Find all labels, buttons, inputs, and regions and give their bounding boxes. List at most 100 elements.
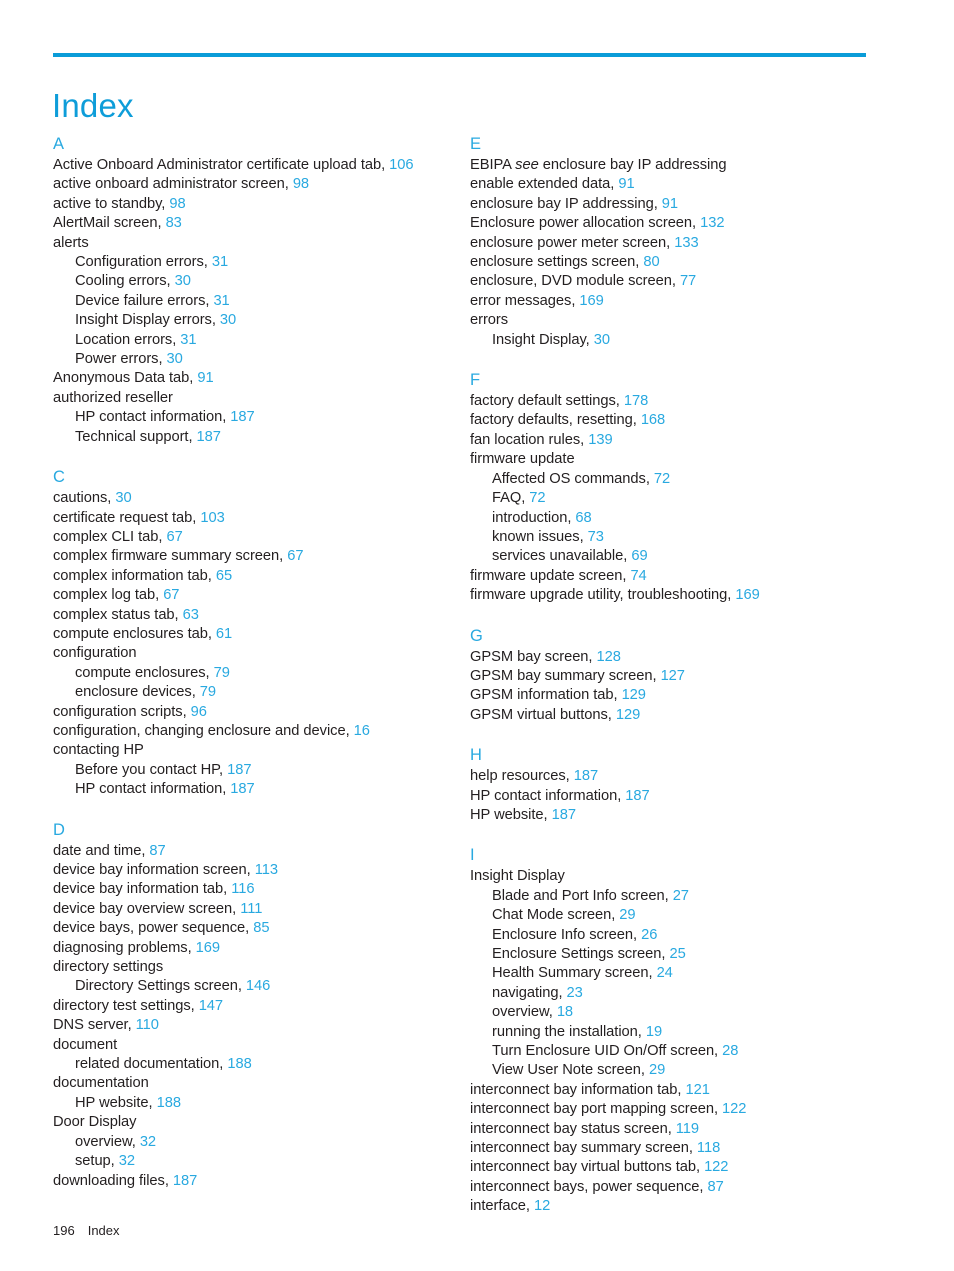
index-page-reference[interactable]: 31: [212, 254, 228, 270]
index-entry: enclosure settings screen, 80: [470, 253, 885, 272]
index-page-reference[interactable]: 113: [255, 862, 278, 878]
index-page-reference[interactable]: 79: [200, 684, 216, 700]
index-page-reference[interactable]: 122: [704, 1159, 728, 1175]
index-page-reference[interactable]: 91: [197, 370, 213, 386]
index-page-reference[interactable]: 119: [676, 1121, 699, 1137]
index-page-reference[interactable]: 32: [140, 1134, 156, 1150]
index-page-reference[interactable]: 77: [680, 273, 696, 289]
index-page-reference[interactable]: 147: [199, 998, 223, 1014]
index-page-reference[interactable]: 103: [200, 510, 224, 526]
index-page-reference[interactable]: 168: [641, 412, 665, 428]
index-page-reference[interactable]: 30: [220, 312, 236, 328]
index-entry-label: known issues,: [492, 528, 584, 545]
index-page-reference[interactable]: 67: [166, 529, 182, 545]
index-page-reference[interactable]: 72: [654, 471, 670, 487]
index-page-reference[interactable]: 98: [169, 196, 185, 212]
index-page-reference[interactable]: 96: [191, 704, 207, 720]
index-page-reference[interactable]: 169: [735, 587, 759, 603]
index-entry-label: Door Display: [53, 1114, 137, 1131]
index-page-reference[interactable]: 23: [567, 985, 583, 1001]
index-page-reference[interactable]: 16: [354, 723, 370, 739]
index-page-reference[interactable]: 169: [579, 293, 603, 309]
index-entry: DNS server, 110: [53, 1016, 468, 1035]
index-subentry: Chat Mode screen, 29: [470, 906, 885, 925]
index-page-reference[interactable]: 98: [293, 176, 309, 192]
index-page-reference[interactable]: 12: [534, 1198, 550, 1214]
index-entry: EBIPA see enclosure bay IP addressing: [470, 156, 885, 175]
index-page-reference[interactable]: 91: [618, 176, 634, 192]
index-page-reference[interactable]: 69: [631, 548, 647, 564]
index-subentry: HP contact information, 187: [53, 780, 468, 799]
index-entry-label: Affected OS commands,: [492, 470, 650, 487]
index-page-reference[interactable]: 87: [707, 1179, 723, 1195]
index-entry: GPSM information tab, 129: [470, 686, 885, 705]
index-entry-label: configuration, changing enclosure and de…: [53, 722, 350, 739]
index-page-reference[interactable]: 128: [597, 649, 621, 665]
index-page-reference[interactable]: 30: [594, 332, 610, 348]
index-page-reference[interactable]: 188: [227, 1056, 251, 1072]
index-page-reference[interactable]: 187: [625, 788, 649, 804]
index-page-reference[interactable]: 139: [588, 432, 612, 448]
index-page-reference[interactable]: 187: [227, 762, 251, 778]
index-entry-label: contacting HP: [53, 742, 144, 759]
index-page-reference[interactable]: 187: [552, 807, 576, 823]
index-entry-label: device bay information tab,: [53, 881, 228, 898]
index-page-reference[interactable]: 28: [722, 1043, 738, 1059]
index-page-reference[interactable]: 72: [529, 490, 545, 506]
index-entry: directory settings: [53, 958, 468, 977]
index-page-reference[interactable]: 25: [669, 946, 685, 962]
index-page-reference[interactable]: 26: [641, 927, 657, 943]
index-page-reference[interactable]: 63: [183, 607, 199, 623]
index-page-reference[interactable]: 116: [231, 881, 254, 897]
index-page-reference[interactable]: 127: [661, 668, 685, 684]
index-page-reference[interactable]: 178: [624, 393, 648, 409]
index-page-reference[interactable]: 122: [722, 1101, 746, 1117]
index-page-reference[interactable]: 29: [619, 907, 635, 923]
index-page-reference[interactable]: 31: [213, 293, 229, 309]
index-entry-label: firmware update screen,: [470, 567, 627, 584]
index-page-reference[interactable]: 187: [230, 409, 254, 425]
index-page-reference[interactable]: 67: [163, 587, 179, 603]
index-page-reference[interactable]: 106: [389, 157, 413, 173]
index-page-reference[interactable]: 68: [575, 510, 591, 526]
index-page-reference[interactable]: 132: [700, 215, 724, 231]
index-entry-label: enclosure devices,: [75, 684, 196, 701]
index-page-reference[interactable]: 30: [115, 490, 131, 506]
index-page-reference[interactable]: 27: [673, 888, 689, 904]
index-page-reference[interactable]: 187: [574, 768, 598, 784]
index-page-reference[interactable]: 133: [674, 235, 698, 251]
index-page-reference[interactable]: 67: [287, 548, 303, 564]
index-page-reference[interactable]: 19: [646, 1024, 662, 1040]
index-page-reference[interactable]: 129: [616, 707, 640, 723]
index-page-reference[interactable]: 65: [216, 568, 232, 584]
index-page-reference[interactable]: 80: [643, 254, 659, 270]
index-page-reference[interactable]: 118: [697, 1140, 720, 1156]
index-page-reference[interactable]: 31: [180, 332, 196, 348]
index-entry-label: setup,: [75, 1153, 115, 1170]
index-page-reference[interactable]: 74: [630, 568, 646, 584]
index-page-reference[interactable]: 18: [557, 1004, 573, 1020]
index-page-reference[interactable]: 24: [657, 965, 673, 981]
index-page-reference[interactable]: 30: [175, 273, 191, 289]
index-page-reference[interactable]: 187: [197, 429, 221, 445]
index-page-reference[interactable]: 73: [588, 529, 604, 545]
index-page-reference[interactable]: 169: [196, 940, 220, 956]
index-page-reference[interactable]: 111: [240, 901, 262, 917]
index-page-reference[interactable]: 61: [216, 626, 232, 642]
index-page-reference[interactable]: 32: [119, 1153, 135, 1169]
index-page-reference[interactable]: 146: [246, 978, 270, 994]
index-page-reference[interactable]: 30: [167, 351, 183, 367]
index-page-reference[interactable]: 188: [157, 1095, 181, 1111]
index-page-reference[interactable]: 79: [214, 665, 230, 681]
index-entry-label: firmware update: [470, 451, 575, 468]
index-page-reference[interactable]: 110: [136, 1017, 159, 1033]
index-page-reference[interactable]: 91: [662, 196, 678, 212]
index-page-reference[interactable]: 187: [230, 781, 254, 797]
index-page-reference[interactable]: 87: [149, 843, 165, 859]
index-page-reference[interactable]: 129: [622, 687, 646, 703]
index-page-reference[interactable]: 187: [173, 1173, 197, 1189]
index-page-reference[interactable]: 83: [166, 215, 182, 231]
index-page-reference[interactable]: 121: [685, 1082, 709, 1098]
index-page-reference[interactable]: 85: [253, 920, 269, 936]
index-page-reference[interactable]: 29: [649, 1062, 665, 1078]
